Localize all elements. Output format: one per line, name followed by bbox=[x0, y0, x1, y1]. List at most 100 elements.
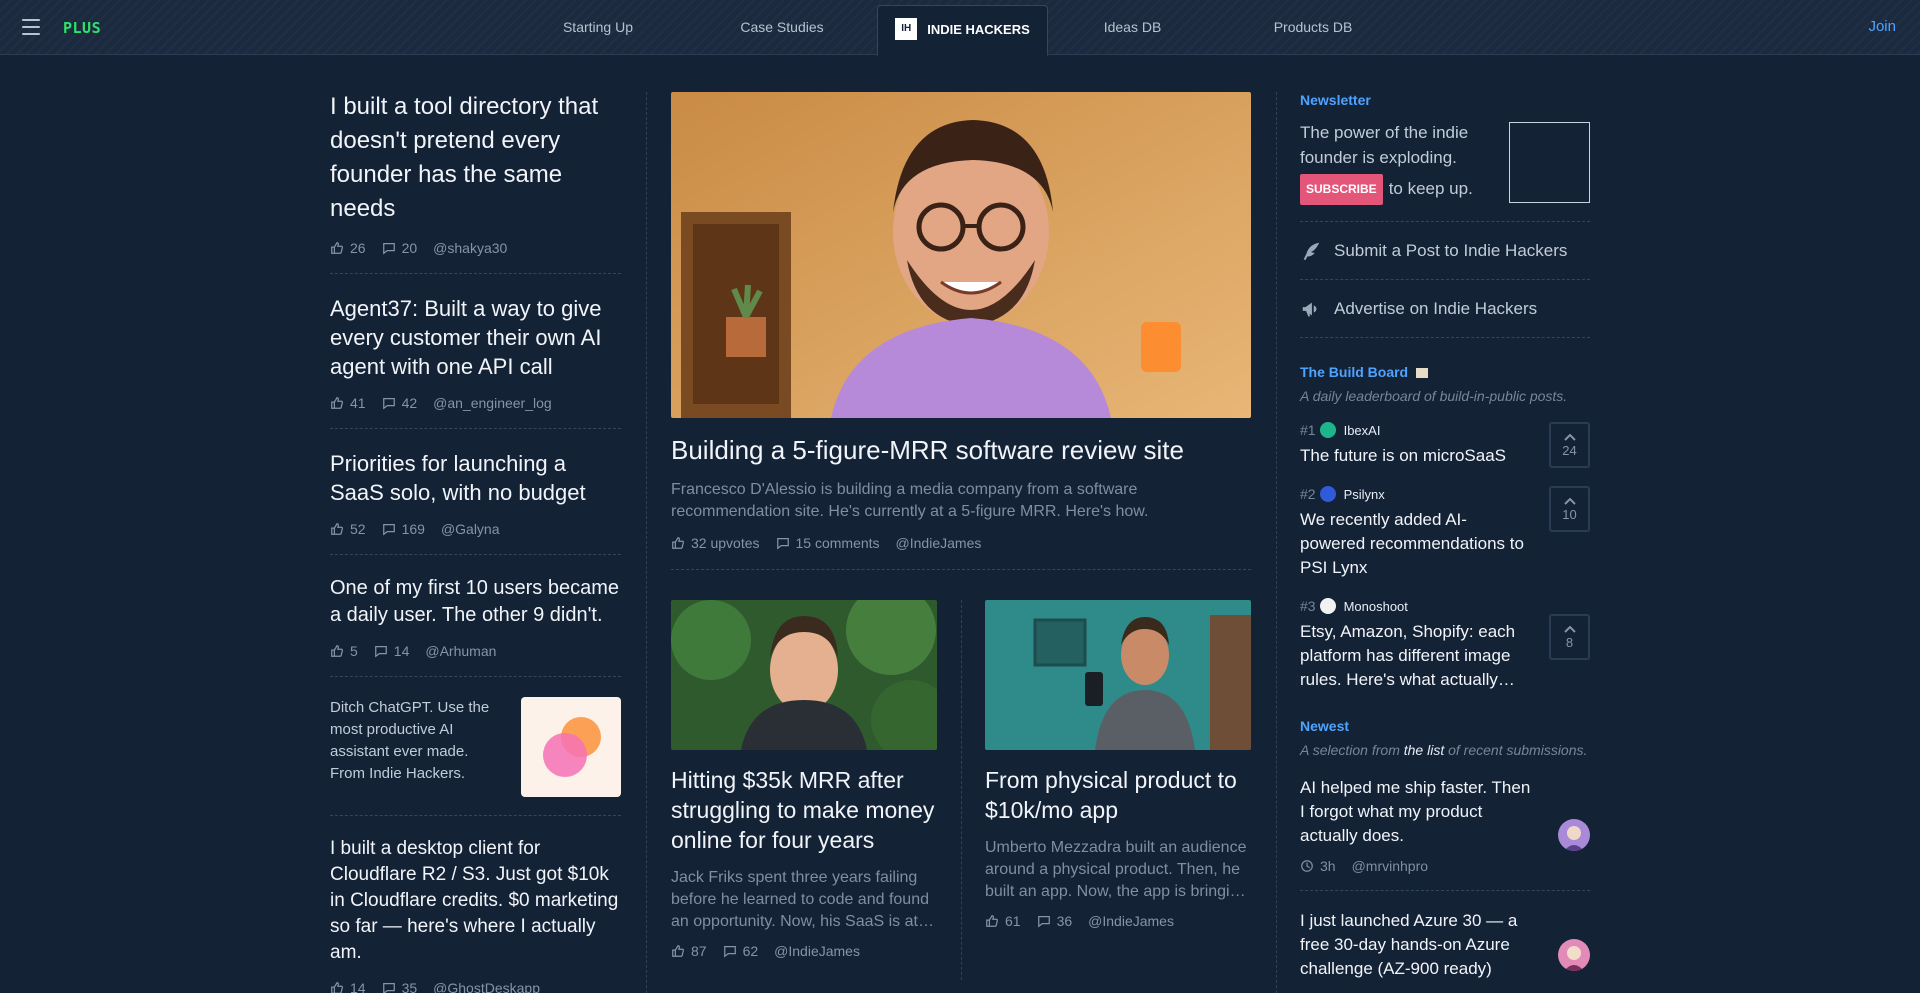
author-link[interactable]: @mrvinhpro bbox=[1352, 858, 1428, 874]
author-link[interactable]: @shakya30 bbox=[433, 240, 507, 256]
comment-count: 14 bbox=[393, 643, 410, 659]
like-count: 52 bbox=[350, 521, 366, 537]
join-link[interactable]: Join bbox=[1868, 18, 1896, 35]
like-count: 87 bbox=[691, 943, 707, 959]
thumbs-up-icon[interactable] bbox=[330, 981, 344, 993]
story-title[interactable]: Hitting $35k MRR after struggling to mak… bbox=[671, 765, 937, 855]
ibexai-logo-icon bbox=[1319, 422, 1336, 438]
ad-logo-image[interactable] bbox=[521, 697, 621, 797]
comment-count: 169 bbox=[401, 521, 425, 537]
post-title[interactable]: I built a tool directory that doesn't pr… bbox=[330, 90, 621, 226]
newest-heading[interactable]: Newest bbox=[1300, 718, 1590, 734]
product-name[interactable]: Psilynx bbox=[1344, 487, 1385, 502]
post-title[interactable]: AI helped me ship faster. Then I forgot … bbox=[1300, 776, 1536, 848]
subscribe-button[interactable]: SUBSCRIBE bbox=[1300, 174, 1383, 205]
comment-icon[interactable] bbox=[382, 522, 396, 536]
rank: #3 bbox=[1300, 598, 1316, 614]
thumbs-up-icon[interactable] bbox=[671, 944, 685, 958]
author-link[interactable]: @GhostDeskapp bbox=[433, 980, 540, 993]
ad-text[interactable]: Ditch ChatGPT. Use the most productive A… bbox=[330, 697, 500, 797]
thumbs-up-icon[interactable] bbox=[330, 522, 344, 536]
author-link[interactable]: @IndieJames bbox=[896, 535, 982, 551]
upvote-button[interactable]: 10 bbox=[1549, 486, 1590, 532]
leaderboard-title[interactable]: Etsy, Amazon, Shopify: each platform has… bbox=[1300, 620, 1530, 692]
comment-icon[interactable] bbox=[723, 944, 737, 958]
card-divider bbox=[960, 600, 962, 980]
thumbs-up-icon[interactable] bbox=[330, 644, 344, 658]
chevron-up-icon bbox=[1563, 433, 1576, 441]
column-divider bbox=[1276, 92, 1277, 993]
leaderboard-row: #1 IbexAI The future is on microSaaS 24 bbox=[1300, 422, 1590, 468]
post-title[interactable]: Priorities for launching a SaaS solo, wi… bbox=[330, 449, 621, 507]
clock-icon bbox=[1301, 860, 1313, 872]
tab-ideas-db[interactable]: Ideas DB bbox=[1090, 0, 1175, 55]
newsletter-text: The power of the indie founder is explod… bbox=[1300, 123, 1469, 167]
author-link[interactable]: @IndieJames bbox=[774, 943, 860, 959]
tab-case-studies[interactable]: Case Studies bbox=[727, 0, 837, 55]
thumbs-up-icon[interactable] bbox=[330, 396, 344, 410]
advertise-link[interactable]: Advertise on Indie Hackers bbox=[1300, 280, 1590, 338]
comment-icon[interactable] bbox=[374, 644, 388, 658]
avatar[interactable] bbox=[1558, 819, 1590, 851]
comment-icon[interactable] bbox=[382, 981, 396, 993]
submit-post-link[interactable]: Submit a Post to Indie Hackers bbox=[1300, 222, 1590, 280]
list-item: AI helped me ship faster. Then I forgot … bbox=[1300, 776, 1590, 891]
thumbs-up-icon[interactable] bbox=[330, 241, 344, 255]
post-title[interactable]: Agent37: Built a way to give every custo… bbox=[330, 294, 621, 381]
tab-products-db[interactable]: Products DB bbox=[1263, 0, 1363, 55]
chevron-up-icon bbox=[1563, 497, 1576, 505]
author-link[interactable]: @IndieJames bbox=[1088, 913, 1174, 929]
story-excerpt: Umberto Mezzadra built an audience aroun… bbox=[985, 839, 1247, 900]
comment-count: 42 bbox=[401, 395, 418, 411]
psilynx-logo-icon bbox=[1319, 486, 1336, 502]
product-name[interactable]: IbexAI bbox=[1344, 423, 1381, 438]
comment-icon[interactable] bbox=[776, 536, 790, 550]
tab-starting-up[interactable]: Starting Up bbox=[548, 0, 648, 55]
plus-logo[interactable]: PLUS bbox=[63, 19, 101, 37]
story-title[interactable]: From physical product to $10k/mo app bbox=[985, 765, 1251, 825]
story-thumbnail[interactable] bbox=[985, 600, 1251, 750]
story-thumbnail[interactable] bbox=[671, 600, 937, 750]
left-column: I built a tool directory that doesn't pr… bbox=[330, 90, 621, 993]
upvote-count: 32 upvotes bbox=[691, 535, 760, 551]
story-card: Hitting $35k MRR after struggling to mak… bbox=[671, 600, 937, 980]
author-link[interactable]: @Arhuman bbox=[425, 643, 496, 659]
product-name[interactable]: Monoshoot bbox=[1344, 599, 1408, 614]
upvote-button[interactable]: 24 bbox=[1549, 422, 1590, 468]
featured-excerpt: Francesco D'Alessio is building a media … bbox=[671, 481, 1149, 520]
post-title[interactable]: I built a desktop client for Cloudflare … bbox=[330, 836, 621, 966]
leaderboard-row: #2 Psilynx We recently added AI-powered r… bbox=[1300, 486, 1590, 580]
like-count: 61 bbox=[1005, 913, 1021, 929]
build-board: The Build Board A daily leaderboard of b… bbox=[1300, 364, 1590, 692]
hamburger-menu-icon[interactable] bbox=[22, 19, 40, 35]
thumbs-up-icon[interactable] bbox=[985, 914, 999, 928]
leaderboard-title[interactable]: We recently added AI-powered recommendat… bbox=[1300, 508, 1530, 580]
comment-icon[interactable] bbox=[382, 396, 396, 410]
featured-hero-image[interactable] bbox=[671, 92, 1251, 418]
comment-icon[interactable] bbox=[1037, 914, 1051, 928]
chevron-up-icon bbox=[1563, 625, 1576, 633]
the-list-link[interactable]: the list bbox=[1404, 742, 1444, 758]
post-title[interactable]: One of my first 10 users became a daily … bbox=[330, 575, 621, 629]
story-card: From physical product to $10k/mo app Umb… bbox=[985, 600, 1251, 980]
featured-column: Building a 5-figure-MRR software review … bbox=[671, 92, 1251, 980]
post-title[interactable]: I just launched Azure 30 — a free 30-day… bbox=[1300, 909, 1536, 981]
leaderboard-title[interactable]: The future is on microSaaS bbox=[1300, 444, 1530, 468]
upvote-button[interactable]: 8 bbox=[1549, 614, 1590, 660]
comment-icon[interactable] bbox=[382, 241, 396, 255]
newest-section: Newest A selection from the list of rece… bbox=[1300, 718, 1590, 993]
newsletter-box: The power of the indie founder is explod… bbox=[1300, 120, 1590, 222]
author-link[interactable]: @Galyna bbox=[441, 521, 500, 537]
tab-indie-hackers[interactable]: IH INDIE HACKERS bbox=[877, 5, 1048, 56]
build-board-sub: A daily leaderboard of build-in-public p… bbox=[1300, 388, 1568, 404]
comment-count: 35 bbox=[401, 980, 418, 993]
right-sidebar: Newsletter The power of the indie founde… bbox=[1300, 92, 1590, 993]
megaphone-icon bbox=[1302, 302, 1317, 316]
list-item: Priorities for launching a SaaS solo, wi… bbox=[330, 449, 621, 555]
featured-title[interactable]: Building a 5-figure-MRR software review … bbox=[671, 433, 1251, 467]
comment-count: 20 bbox=[401, 240, 418, 256]
build-board-heading[interactable]: The Build Board bbox=[1300, 364, 1408, 380]
author-link[interactable]: @an_engineer_log bbox=[433, 395, 552, 411]
thumbs-up-icon[interactable] bbox=[671, 536, 685, 550]
avatar[interactable] bbox=[1558, 939, 1590, 971]
